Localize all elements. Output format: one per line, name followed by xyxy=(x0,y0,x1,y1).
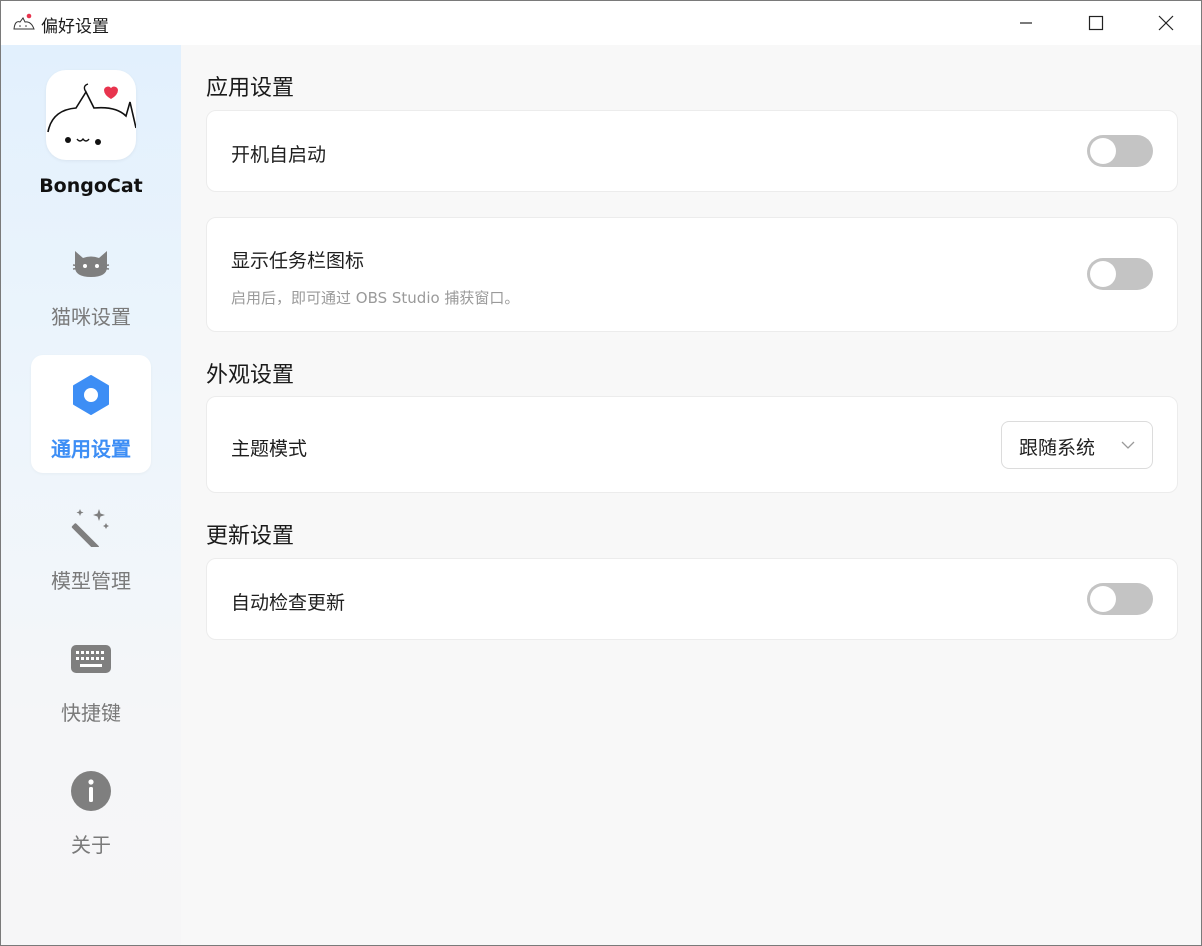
sidebar-item-cat-settings[interactable]: 猫咪设置 xyxy=(31,223,151,341)
setting-autostart: 开机自启动 xyxy=(206,110,1178,192)
settings-hexagon-icon xyxy=(71,375,111,415)
setting-label: 开机自启动 xyxy=(231,144,327,166)
toggle-knob xyxy=(1090,586,1116,612)
sidebar-item-label: 关于 xyxy=(71,833,111,857)
brand-name: BongoCat xyxy=(39,175,143,197)
magic-wand-icon xyxy=(71,507,111,547)
taskbar-icon-toggle[interactable] xyxy=(1087,258,1153,290)
sidebar-item-label: 通用设置 xyxy=(51,437,131,461)
sidebar-item-label: 模型管理 xyxy=(51,569,131,593)
autostart-toggle[interactable] xyxy=(1087,135,1153,167)
setting-description: 启用后，即可通过 OBS Studio 捕获窗口。 xyxy=(231,289,520,307)
app-logo xyxy=(46,70,137,160)
sidebar-item-model-management[interactable]: 模型管理 xyxy=(31,487,151,605)
close-icon xyxy=(1158,15,1174,31)
setting-label: 显示任务栏图标 xyxy=(231,250,365,272)
title-bar: 偏好设置 xyxy=(1,1,1201,45)
sidebar: BongoCat 猫咪设置 通用设置 模型管理 快捷键 关于 xyxy=(1,45,181,945)
select-value: 跟随系统 xyxy=(1019,437,1096,459)
sidebar-item-label: 快捷键 xyxy=(61,701,121,725)
minimize-button[interactable] xyxy=(991,1,1061,45)
setting-label: 主题模式 xyxy=(231,438,308,460)
setting-theme-mode: 主题模式 跟随系统 xyxy=(206,396,1178,493)
maximize-button[interactable] xyxy=(1061,1,1131,45)
toggle-knob xyxy=(1090,261,1116,287)
preferences-window: 偏好设置 BongoCat 猫咪设置 通用设置 模型管理 快捷键 关于 应用设置… xyxy=(0,0,1202,946)
keyboard-icon xyxy=(71,639,111,679)
cat-icon xyxy=(71,243,111,283)
theme-mode-select[interactable]: 跟随系统 xyxy=(1001,421,1153,469)
sidebar-item-about[interactable]: 关于 xyxy=(31,751,151,869)
sidebar-item-label: 猫咪设置 xyxy=(51,305,131,329)
setting-auto-update: 自动检查更新 xyxy=(206,558,1178,640)
setting-label: 自动检查更新 xyxy=(231,592,346,614)
section-title-app: 应用设置 xyxy=(206,76,295,101)
sidebar-item-shortcuts[interactable]: 快捷键 xyxy=(31,619,151,737)
chevron-down-icon xyxy=(1121,441,1135,449)
toggle-knob xyxy=(1090,138,1116,164)
minimize-icon xyxy=(1020,22,1032,24)
main-content: 应用设置 开机自启动 显示任务栏图标 启用后，即可通过 OBS Studio 捕… xyxy=(181,45,1201,945)
section-title-update: 更新设置 xyxy=(206,524,295,549)
auto-update-toggle[interactable] xyxy=(1087,583,1153,615)
app-logo-icon xyxy=(13,13,35,30)
setting-taskbar-icon: 显示任务栏图标 启用后，即可通过 OBS Studio 捕获窗口。 xyxy=(206,217,1178,332)
maximize-icon xyxy=(1088,15,1104,31)
section-title-appearance: 外观设置 xyxy=(206,363,295,388)
close-button[interactable] xyxy=(1131,1,1201,45)
window-title: 偏好设置 xyxy=(41,17,109,37)
bongocat-logo-icon xyxy=(47,83,137,145)
sidebar-item-general-settings[interactable]: 通用设置 xyxy=(31,355,151,473)
info-icon xyxy=(71,771,111,811)
